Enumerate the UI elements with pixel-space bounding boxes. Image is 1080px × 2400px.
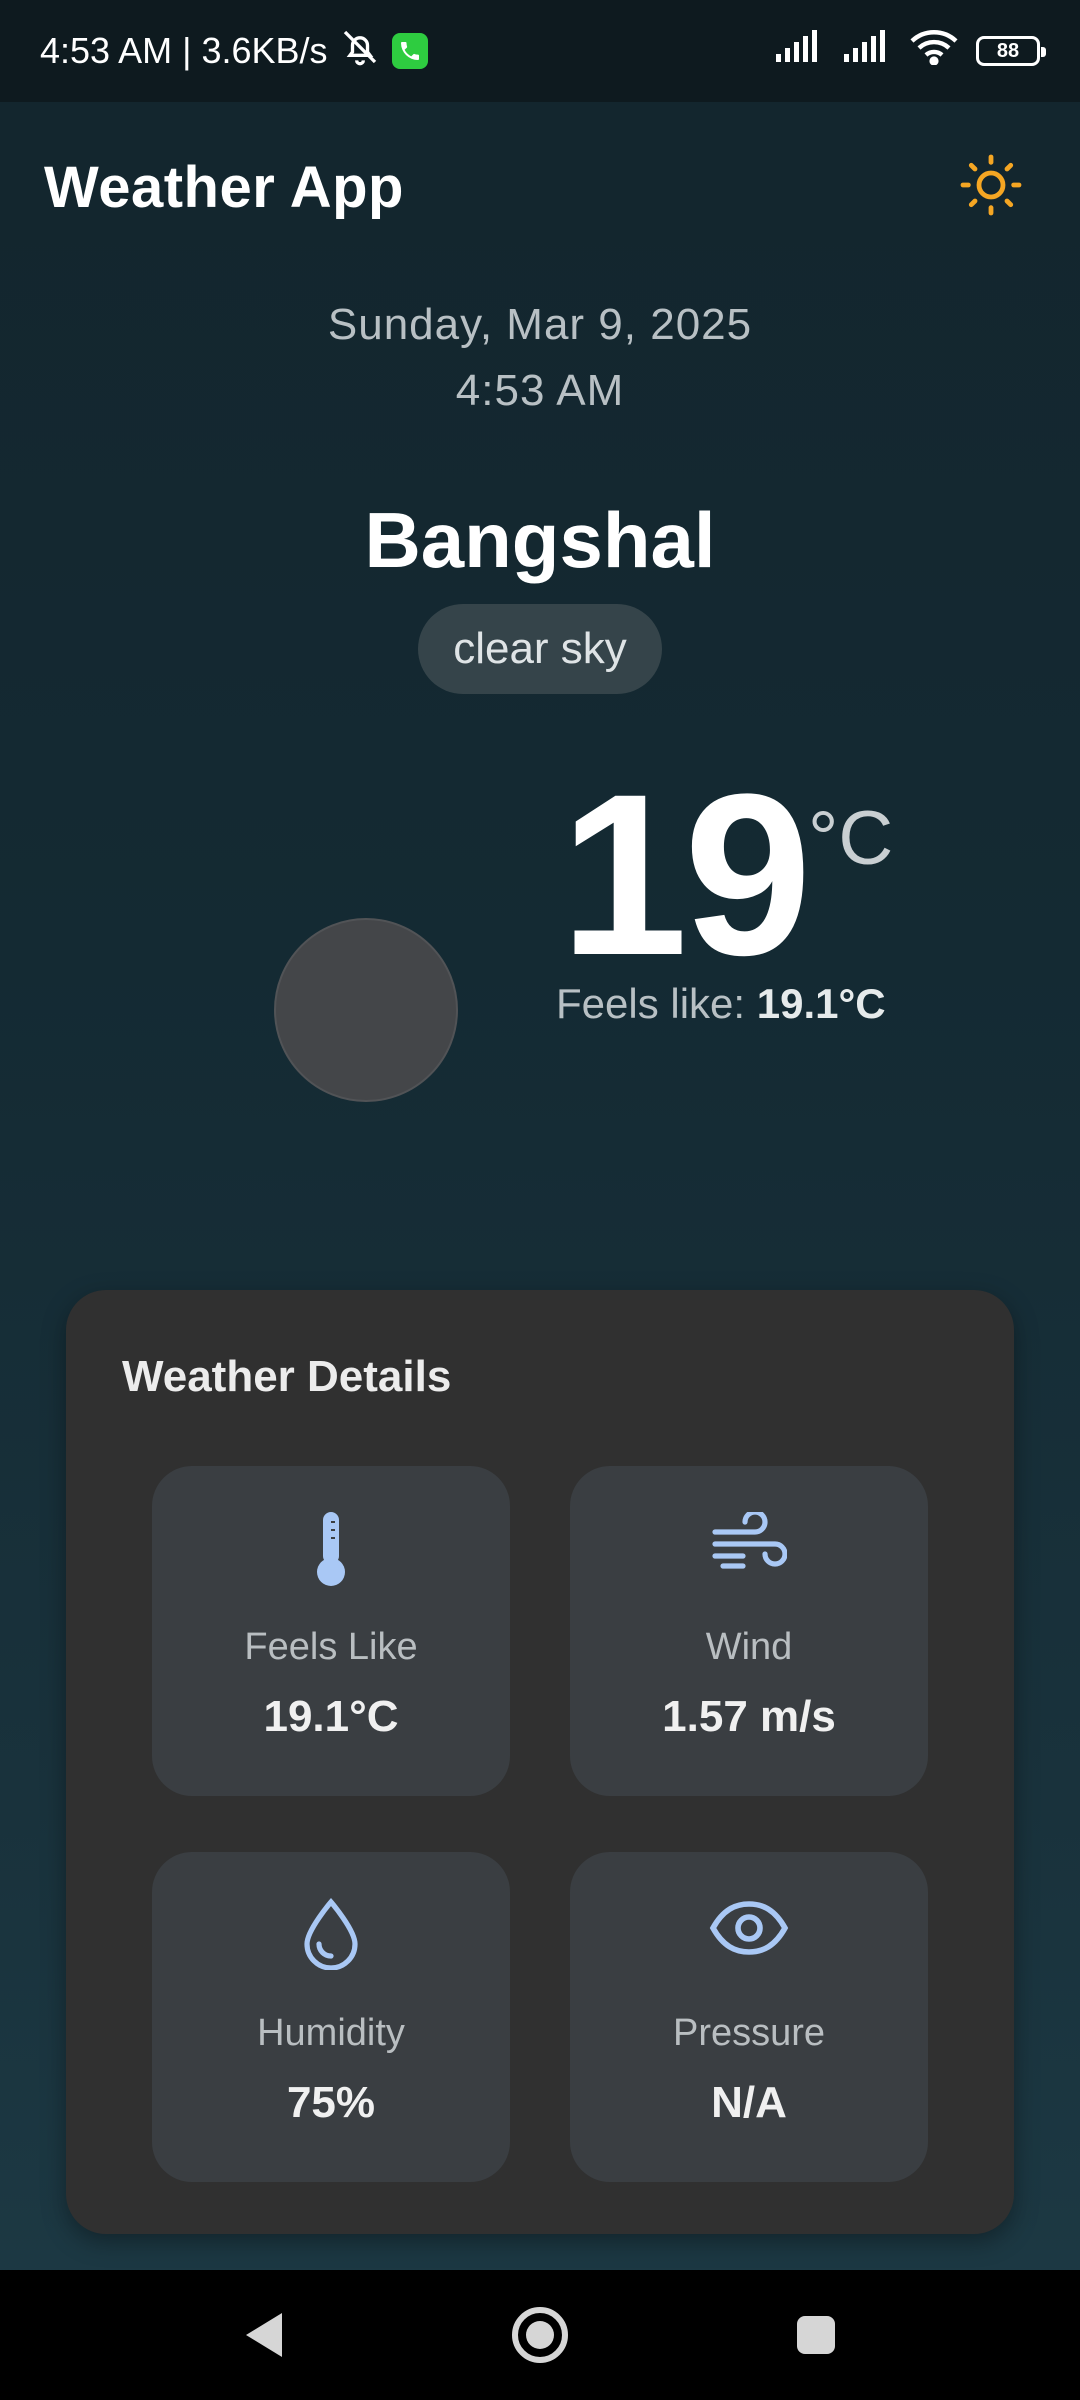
detail-tile-pressure: Pressure N/A	[570, 1852, 928, 2182]
status-right: 88	[774, 29, 1046, 74]
detail-label: Humidity	[257, 2012, 405, 2054]
home-icon	[512, 2307, 568, 2363]
status-left: 4:53 AM | 3.6KB/s	[40, 27, 428, 76]
thermometer-icon	[152, 1512, 510, 1592]
detail-tile-feels-like: Feels Like 19.1°C	[152, 1466, 510, 1796]
weather-condition-icon	[274, 918, 458, 1102]
detail-value: N/A	[711, 2078, 787, 2127]
battery-icon: 88	[976, 36, 1046, 66]
detail-value: 1.57 m/s	[662, 1692, 836, 1741]
detail-tile-wind: Wind 1.57 m/s	[570, 1466, 928, 1796]
time-text: 4:53 AM	[455, 366, 625, 415]
eye-icon	[570, 1898, 928, 1978]
date-time-block: Sunday, Mar 9, 2025 4:53 AM	[0, 300, 1080, 416]
detail-value: 75%	[286, 2078, 376, 2127]
detail-label: Feels Like	[244, 1626, 418, 1668]
theme-toggle-button[interactable]	[946, 142, 1036, 232]
city-name: Bangshal	[364, 496, 716, 584]
weather-details-card: Weather Details Feels Like 19.1°C Wind 1…	[66, 1290, 1014, 2234]
signal-icon	[774, 29, 824, 73]
status-time-speed: 4:53 AM | 3.6KB/s	[40, 30, 328, 71]
back-icon	[246, 2313, 282, 2357]
temperature-unit: °C	[808, 796, 894, 881]
details-title: Weather Details	[122, 1352, 452, 1401]
detail-label: Wind	[705, 1626, 793, 1668]
condition-chip: clear sky	[418, 604, 662, 694]
detail-label: Pressure	[672, 2012, 826, 2054]
sun-icon	[959, 153, 1023, 222]
app-title: Weather App	[44, 154, 404, 220]
nav-home-button[interactable]	[505, 2300, 575, 2370]
nav-recents-button[interactable]	[781, 2300, 851, 2370]
detail-value: 19.1°C	[263, 1692, 399, 1741]
water-drop-icon	[152, 1898, 510, 1978]
recents-icon	[797, 2316, 835, 2354]
wifi-icon	[910, 29, 958, 74]
nav-back-button[interactable]	[229, 2300, 299, 2370]
mute-icon	[340, 27, 380, 76]
status-bar: 4:53 AM | 3.6KB/s 88	[0, 0, 1080, 102]
app-bar: Weather App	[0, 102, 1080, 272]
signal-icon	[842, 29, 892, 73]
system-nav-bar	[0, 2270, 1080, 2400]
feels-like-line: Feels like: 19.1°C	[556, 980, 886, 1028]
screen: 4:53 AM | 3.6KB/s 88 Weather App Sunday,…	[0, 0, 1080, 2400]
wind-icon	[570, 1512, 928, 1592]
feels-like-value: 19.1°C	[756, 980, 886, 1027]
date-text: Sunday, Mar 9, 2025	[327, 300, 753, 349]
detail-tile-humidity: Humidity 75%	[152, 1852, 510, 2182]
temperature-value: 19	[560, 746, 812, 1003]
call-icon	[391, 33, 428, 69]
battery-level: 88	[996, 39, 1020, 62]
feels-like-label: Feels like:	[556, 980, 757, 1027]
